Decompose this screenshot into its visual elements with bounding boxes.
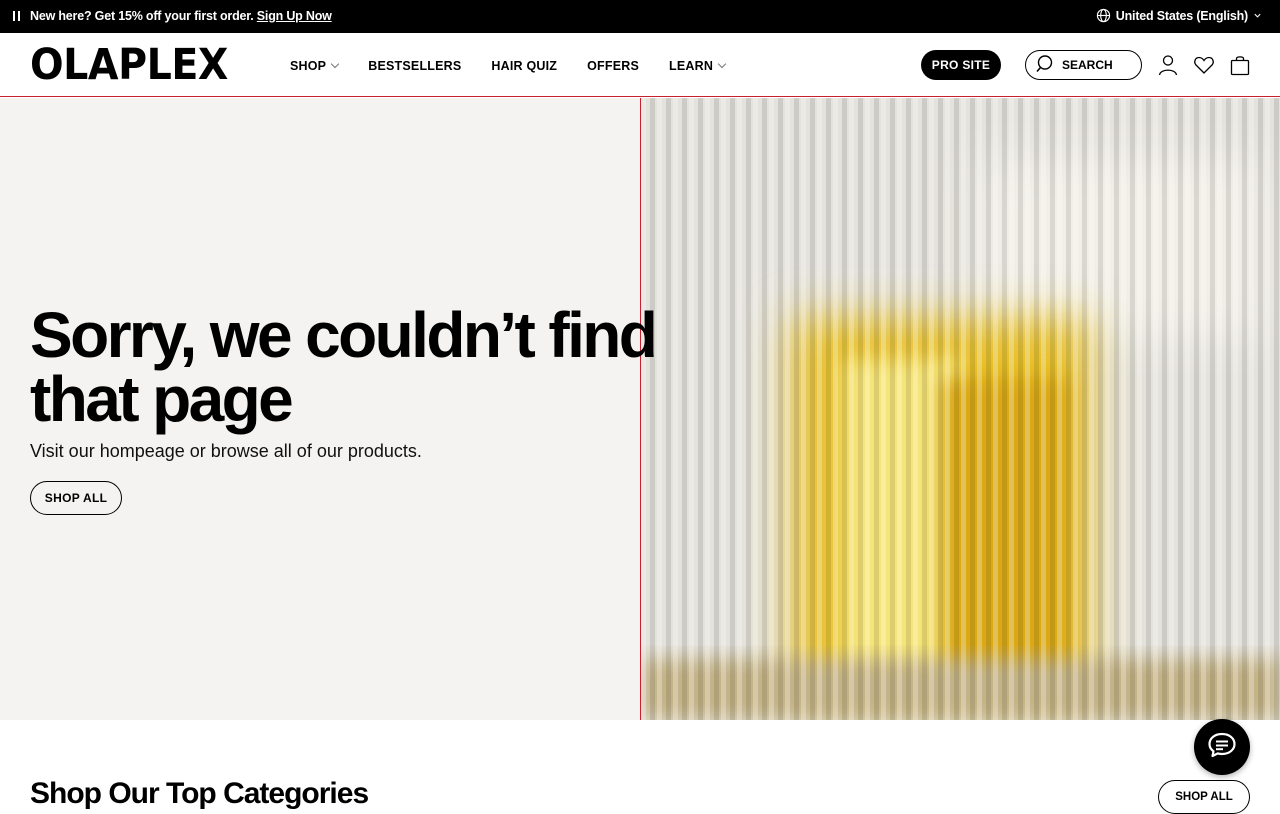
nav-label: SHOP [290,59,327,73]
promo-message: New here? Get 15% off your first order. … [30,9,332,23]
promo-text: New here? Get 15% off your first order. [30,9,254,23]
globe-icon [1096,8,1111,23]
chevron-down-icon [330,59,340,69]
title-line: that page [30,363,294,435]
section-title: Shop Our Top Categories [30,777,369,810]
chat-button[interactable] [1194,719,1250,775]
nav-offers[interactable]: OFFERS [587,59,639,73]
site-header: OLAPLEX SHOP BESTSELLERS HAIR QUIZ OFFER… [0,33,1280,97]
chevron-down-icon [1253,11,1262,20]
blurred-product-bottle-image [640,98,1280,720]
pause-icon[interactable] [13,11,21,21]
shop-all-button[interactable]: SHOP ALL [30,481,122,515]
categories-shop-all-button[interactable]: SHOP ALL [1158,780,1250,814]
search-button[interactable]: SEARCH [1025,50,1142,80]
chevron-down-icon [717,59,727,69]
nav-shop[interactable]: SHOP [290,59,340,73]
nav-label: BESTSELLERS [368,59,462,73]
nav-label: OFFERS [587,59,640,73]
title-line: Sorry, we couldn’t find [30,299,658,371]
nav-learn[interactable]: LEARN [669,59,727,73]
account-icon[interactable] [1156,53,1180,77]
hero-subtitle: Visit our hompeage or browse all of our … [30,441,422,461]
nav-label: HAIR QUIZ [491,59,558,73]
pro-site-button[interactable]: PRO SITE [921,50,1001,80]
nav-bestsellers[interactable]: BESTSELLERS [368,59,461,73]
announcement-bar: New here? Get 15% off your first order. … [0,0,1280,33]
nav-label: LEARN [669,59,714,73]
sign-up-link[interactable]: Sign Up Now [257,9,332,23]
search-label: SEARCH [1062,58,1113,72]
chat-bubble-icon [1207,731,1237,764]
locale-selector[interactable]: United States (English) [1096,8,1262,23]
nav-hair-quiz[interactable]: HAIR QUIZ [491,59,557,73]
cart-bag-icon[interactable] [1228,53,1252,77]
wishlist-heart-icon[interactable] [1192,53,1216,77]
page-title: Sorry, we couldn’t find that page [30,299,658,435]
main-nav: SHOP BESTSELLERS HAIR QUIZ OFFERS LEARN [290,59,755,73]
search-icon [1036,54,1056,77]
locale-label: United States (English) [1115,8,1248,23]
olaplex-logo[interactable]: OLAPLEX [30,43,228,87]
